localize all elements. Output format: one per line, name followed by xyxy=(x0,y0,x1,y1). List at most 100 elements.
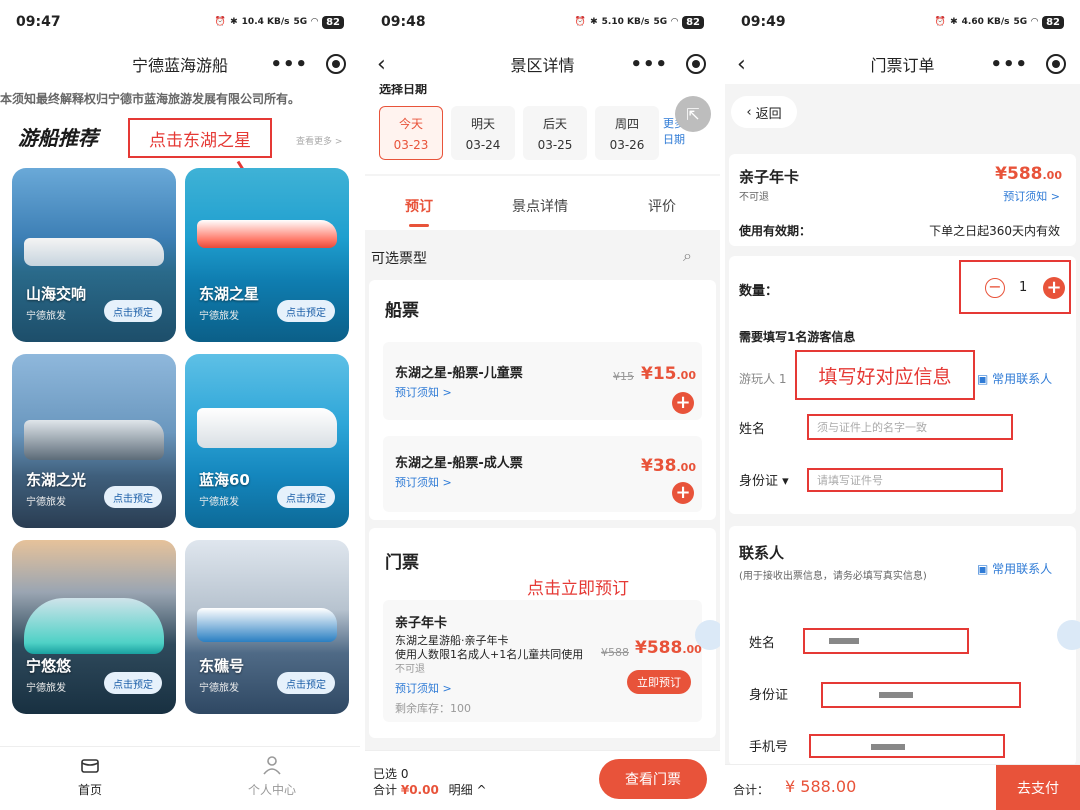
detail-toggle[interactable]: 明细 ^ xyxy=(449,783,487,797)
boat-card[interactable]: 蓝海60 宁德旅发 点击预定 xyxy=(185,354,349,528)
nav-bar: 宁德蓝海游船 ••• xyxy=(0,44,360,84)
ticket-name: 亲子年卡 xyxy=(395,616,448,631)
boat-card[interactable]: 东湖之光 宁德旅发 点击预定 xyxy=(12,354,176,528)
section-title: 船票 xyxy=(385,301,419,321)
page-title: 宁德蓝海游船 xyxy=(131,56,228,75)
book-button[interactable]: 点击预定 xyxy=(104,486,162,508)
more-icon[interactable]: ••• xyxy=(630,54,668,75)
validity-value: 下单之日起360天内有效 xyxy=(929,224,1060,238)
assistant-icon[interactable] xyxy=(695,620,720,650)
tab-reviews[interactable]: 评价 xyxy=(648,196,676,216)
field-label: 姓名 xyxy=(739,422,766,437)
card-subtitle: 宁德旅发 xyxy=(26,497,66,508)
close-miniprogram-icon[interactable] xyxy=(326,54,346,74)
ticket-item[interactable]: 东湖之星-船票-儿童票 预订须知 > ¥15 ¥15.00 + xyxy=(383,342,702,420)
boat-card[interactable]: 山海交响 宁德旅发 点击预定 xyxy=(12,168,176,342)
detail-tabs: 预订 景点详情 评价 xyxy=(365,176,720,230)
page-title: 景区详情 xyxy=(510,56,575,75)
back-button[interactable]: ‹ 返回 xyxy=(731,96,797,128)
common-contacts-link[interactable]: ▣ 常用联系人 xyxy=(977,370,1052,387)
quantity-label: 数量： xyxy=(739,284,779,299)
date-selector: 今天 03-23 明天 03-24 后天 03-25 周四 03-26 更多 日期 xyxy=(365,100,720,174)
card-title: 宁悠悠 xyxy=(26,657,72,675)
contact-name-input[interactable] xyxy=(803,628,969,654)
product-name: 亲子年卡 xyxy=(739,168,800,186)
net-speed: 5.10 KB/s xyxy=(601,17,650,27)
share-icon[interactable]: ⇱ xyxy=(675,96,711,132)
card-title: 东湖之星 xyxy=(199,285,260,303)
nav-bar: ‹ 门票订单 ••• xyxy=(725,44,1080,84)
net-speed: 4.60 KB/s xyxy=(961,17,1010,27)
screen-scenic-detail: 09:48 ⏰ ✱ 5.10 KB/s 5G ◠ 82 ‹ 景区详情 ••• 选… xyxy=(365,0,720,810)
status-time: 09:48 xyxy=(381,14,426,30)
ticket-item[interactable]: 东湖之星-船票-成人票 预订须知 > ¥38.00 + xyxy=(383,436,702,512)
status-time: 09:47 xyxy=(16,14,61,30)
date-option[interactable]: 明天 03-24 xyxy=(451,106,515,160)
original-price: ¥15 xyxy=(613,370,634,383)
book-button[interactable]: 点击预定 xyxy=(104,300,162,322)
boat-card[interactable]: 东礁号 宁德旅发 点击预定 xyxy=(185,540,349,714)
pay-button[interactable]: 去支付 xyxy=(996,765,1080,810)
bluetooth-icon: ✱ xyxy=(590,17,598,27)
ticket-notice-link[interactable]: 预订须知 > xyxy=(395,384,452,400)
contact-id-input[interactable] xyxy=(821,682,1021,708)
back-icon[interactable]: ‹ xyxy=(377,52,386,77)
more-icon[interactable]: ••• xyxy=(990,54,1028,75)
book-button[interactable]: 点击预定 xyxy=(277,486,335,508)
back-icon[interactable]: ‹ xyxy=(737,52,746,77)
bottom-bar: 已选 0 合计 ¥0.00 明细 ^ 查看门票 xyxy=(365,750,720,810)
tab-booking[interactable]: 预订 xyxy=(405,196,433,216)
common-contacts-link[interactable]: ▣ 常用联系人 xyxy=(977,560,1052,577)
date-option[interactable]: 周四 03-26 xyxy=(595,106,659,160)
tab-scenic-info[interactable]: 景点详情 xyxy=(512,196,568,216)
signal-icon: 5G xyxy=(653,17,668,27)
add-button[interactable]: + xyxy=(672,392,694,414)
ticket-name: 东湖之星-船票-儿童票 xyxy=(395,366,523,381)
net-speed: 10.4 KB/s xyxy=(241,17,290,27)
search-icon[interactable]: ⌕ xyxy=(683,246,692,266)
close-miniprogram-icon[interactable] xyxy=(686,54,706,74)
card-subtitle: 宁德旅发 xyxy=(26,683,66,694)
booking-notice-link[interactable]: 预订须知 > xyxy=(1003,188,1060,204)
battery-icon: 82 xyxy=(682,15,704,29)
screen-ticket-order: 09:49 ⏰ ✱ 4.60 KB/s 5G ◠ 82 ‹ 门票订单 ••• ‹… xyxy=(725,0,1080,810)
add-button[interactable]: + xyxy=(672,482,694,504)
total-label: 合计： xyxy=(733,783,770,797)
plus-button[interactable]: + xyxy=(1043,277,1065,299)
product-price: ¥588.00 xyxy=(995,164,1062,184)
contact-phone-input[interactable] xyxy=(809,734,1005,758)
book-button[interactable]: 点击预定 xyxy=(277,300,335,322)
original-price: ¥588 xyxy=(601,646,629,659)
id-input[interactable]: 请填写证件号 xyxy=(817,472,883,488)
date-option[interactable]: 后天 03-25 xyxy=(523,106,587,160)
more-icon[interactable]: ••• xyxy=(270,54,308,75)
boat-card[interactable]: 宁悠悠 宁德旅发 点击预定 xyxy=(12,540,176,714)
view-more-link[interactable]: 查看更多 > xyxy=(296,134,342,147)
ticket-notice-link[interactable]: 预订须知 > xyxy=(395,474,452,490)
field-label: 姓名 xyxy=(749,636,776,651)
book-button[interactable]: 点击预定 xyxy=(104,672,162,694)
user-icon xyxy=(263,756,281,775)
view-tickets-button[interactable]: 查看门票 xyxy=(599,759,707,799)
assistant-icon[interactable] xyxy=(1057,620,1080,650)
minus-button[interactable]: − xyxy=(985,278,1005,298)
bluetooth-icon: ✱ xyxy=(950,17,958,27)
name-input[interactable]: 须与证件上的名字一致 xyxy=(817,419,927,435)
book-now-button[interactable]: 立即预订 xyxy=(627,670,691,694)
close-miniprogram-icon[interactable] xyxy=(1046,54,1066,74)
card-title: 东礁号 xyxy=(199,657,245,675)
book-button[interactable]: 点击预定 xyxy=(277,672,335,694)
tab-home-label: 首页 xyxy=(77,783,102,797)
date-option[interactable]: 今天 03-23 xyxy=(379,106,443,160)
tab-home[interactable]: 首页 xyxy=(30,755,150,798)
quantity-value: 1 xyxy=(1019,280,1028,295)
wifi-icon: ◠ xyxy=(311,17,319,27)
field-label: 身份证 xyxy=(749,688,789,703)
battery-icon: 82 xyxy=(322,15,344,29)
refund-note: 不可退 xyxy=(395,664,425,675)
ticket-item[interactable]: 亲子年卡 东湖之星游船·亲子年卡 使用人数限1名成人+1名儿童共同使用 ¥588… xyxy=(383,600,702,722)
signal-icon: 5G xyxy=(1013,17,1028,27)
ticket-notice-link[interactable]: 预订须知 > xyxy=(395,680,452,696)
boat-card[interactable]: 东湖之星 宁德旅发 点击预定 xyxy=(185,168,349,342)
tab-profile[interactable]: 个人中心 xyxy=(212,755,332,798)
